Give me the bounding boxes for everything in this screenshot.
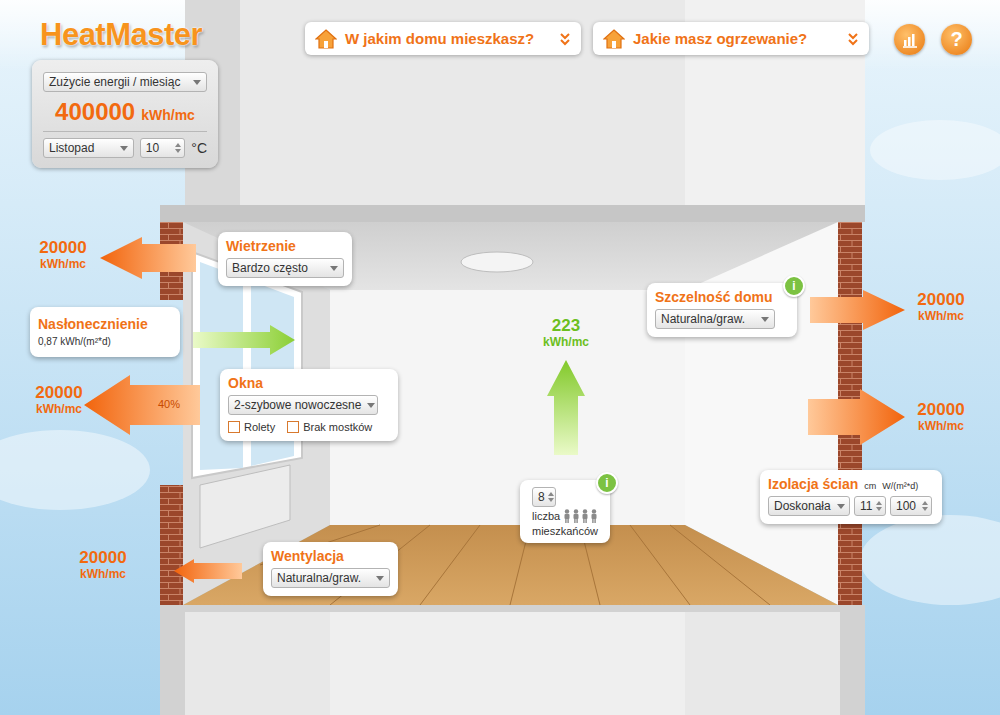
sunlight-card: Nasłonecznienie0,87 kWh/(m²*d): [30, 307, 180, 357]
energy-value: 400000kWh/mc: [43, 98, 207, 132]
top-menu-label: Jakie masz ogrzewanie?: [633, 30, 839, 47]
heat-loss-arrow: [810, 290, 905, 330]
logo: HeatMaster: [40, 17, 202, 53]
double-chevron-icon: [559, 32, 571, 46]
ventilation-select[interactable]: Naturalna/graw.: [271, 568, 390, 588]
spinner-arrows-icon: [922, 501, 928, 511]
heatmaster-app: HeatMaster W jakim domu mieszkasz? Jakie m…: [0, 0, 1000, 715]
spinner-arrows-icon: [876, 501, 882, 511]
airing-card: WietrzenieBardzo często: [218, 232, 352, 286]
checkbox-box[interactable]: [228, 421, 240, 433]
insulation-card: Izolacja ściancmW/(m²*d)Doskonała11100: [760, 470, 942, 524]
heat-loss-arrow: [808, 389, 905, 445]
energy-mode-select[interactable]: Zużycie energii / miesiąc: [43, 72, 207, 92]
heat-loss-label: 20000kWh/mc: [908, 400, 974, 434]
heat-loss-label: 20000kWh/mc: [30, 238, 96, 272]
house-icon: [315, 28, 337, 50]
windows-options: Rolety Brak mostków: [228, 421, 390, 433]
heat-loss-arrow: [174, 559, 242, 583]
tightness-select[interactable]: Naturalna/graw.: [655, 309, 775, 329]
temperature-spinner[interactable]: 10: [140, 138, 185, 158]
energy-panel: Zużycie energii / miesiąc 400000kWh/mc Lis…: [32, 60, 218, 168]
double-chevron-icon: [847, 32, 859, 46]
chart-icon: [901, 31, 919, 49]
dropdown-arrow-icon: [120, 146, 128, 151]
top-menu-item[interactable]: W jakim domu mieszkasz?: [305, 22, 581, 55]
heat-loss-arrow: [100, 237, 196, 279]
sun-gain-arrow: [193, 325, 295, 355]
top-menu-item[interactable]: Jakie masz ogrzewanie?: [593, 22, 869, 55]
residents-gain-arrow: [547, 360, 585, 455]
dropdown-arrow-icon: [330, 266, 338, 271]
spinner-arrows-icon: [548, 492, 554, 502]
top-icons: ?: [894, 24, 972, 55]
temperature-unit: °C: [191, 140, 207, 156]
info-badge[interactable]: i: [783, 275, 805, 297]
help-button[interactable]: ?: [941, 24, 972, 55]
top-menu: W jakim domu mieszkasz? Jakie masz ogrzew…: [305, 22, 869, 55]
dropdown-arrow-icon: [193, 80, 201, 85]
dropdown-arrow-icon: [376, 576, 384, 581]
heat-loss-label: 20000kWh/mc: [70, 548, 136, 582]
residents-spinner[interactable]: 8: [532, 487, 556, 507]
option-checkbox[interactable]: Rolety: [228, 421, 275, 433]
u-value-spinner[interactable]: 100: [890, 496, 932, 516]
tightness-card: Szczelność domuNaturalna/graw.i: [647, 283, 797, 337]
windows-card: Okna2-szybowe nowoczesneRoletyBrak mostk…: [220, 369, 398, 441]
month-temperature-row: Listopad 10 °C: [43, 138, 207, 158]
thickness-spinner[interactable]: 11: [854, 496, 886, 516]
airing-select[interactable]: Bardzo często: [226, 258, 344, 278]
people-icon: [563, 509, 599, 523]
insulation-select[interactable]: Doskonała: [768, 496, 850, 516]
stats-button[interactable]: [894, 24, 925, 55]
top-menu-label: W jakim domu mieszkasz?: [345, 30, 551, 47]
info-badge[interactable]: i: [596, 472, 618, 494]
spinner-arrows-icon: [175, 143, 181, 153]
dropdown-arrow-icon: [761, 317, 769, 322]
ventilation-card: WentylacjaNaturalna/graw.: [263, 542, 398, 596]
month-select[interactable]: Listopad: [43, 138, 134, 158]
windows-select[interactable]: 2-szybowe nowoczesne: [228, 395, 378, 415]
heat-loss-arrow: [84, 375, 200, 435]
heat-loss-label: 20000kWh/mc: [908, 290, 974, 324]
residents-card: 8liczbamieszkańcówi: [520, 480, 610, 543]
dropdown-arrow-icon: [367, 403, 375, 408]
loss-share: 40%: [158, 398, 180, 410]
dropdown-arrow-icon: [837, 504, 845, 509]
option-checkbox[interactable]: Brak mostków: [287, 421, 372, 433]
residents-heat-label: 223kWh/mc: [531, 316, 601, 350]
heat-loss-label: 20000kWh/mc: [26, 383, 92, 417]
house-icon: [603, 28, 625, 50]
checkbox-box[interactable]: [287, 421, 299, 433]
